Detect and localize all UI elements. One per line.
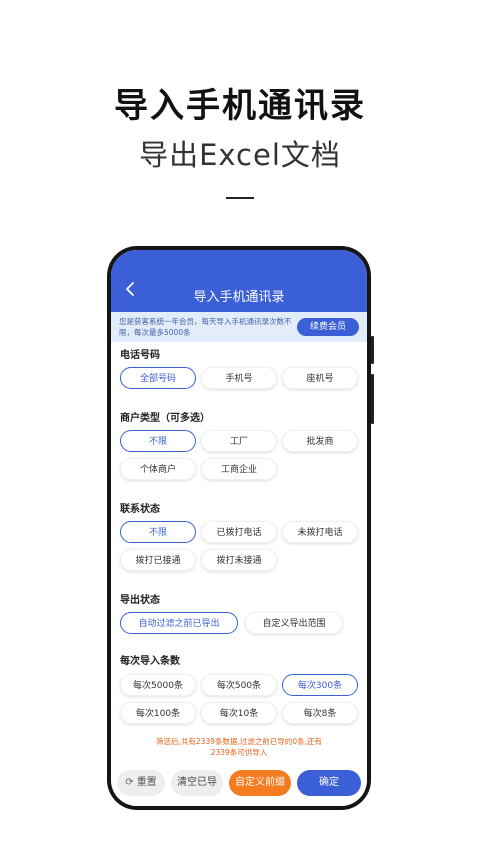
promo-subtitle: 导出Excel文档 xyxy=(139,138,341,172)
reset-button[interactable]: ⟳ 重置 xyxy=(117,770,165,796)
notice-text: 您是获客系统一年会员，每天导入手机通讯录次数不限，每次最多5000条 xyxy=(119,317,292,337)
chip-merchant-any[interactable]: 不限 xyxy=(120,430,196,452)
chip-not-called[interactable]: 未拨打电话 xyxy=(282,521,358,543)
summary-line-1: 筛选后,共有2339条数据,过滤之前已导的0条,还有 xyxy=(155,737,322,746)
chip-count-100[interactable]: 每次100条 xyxy=(120,702,196,724)
chip-count-300[interactable]: 每次300条 xyxy=(282,674,358,696)
confirm-button[interactable]: 确定 xyxy=(297,770,361,796)
chip-call-connected[interactable]: 拨打已接通 xyxy=(120,549,196,571)
page-title: 导入手机通讯录 xyxy=(193,290,285,305)
chip-count-5000[interactable]: 每次5000条 xyxy=(120,674,196,696)
summary-line-2: 2339条可供导入 xyxy=(210,748,268,757)
chip-count-500[interactable]: 每次500条 xyxy=(201,674,277,696)
chip-landline[interactable]: 座机号 xyxy=(282,367,358,389)
promo-divider xyxy=(226,197,254,199)
section-label-count: 每次导入条数 xyxy=(120,656,180,667)
custom-prefix-button[interactable]: 自定义前缀 xyxy=(229,770,291,796)
chip-mobile[interactable]: 手机号 xyxy=(201,367,277,389)
chip-auto-filter-exported[interactable]: 自动过滤之前已导出 xyxy=(120,612,238,634)
chip-individual-merchant[interactable]: 个体商户 xyxy=(120,458,196,480)
phone-volume-button xyxy=(371,374,374,424)
reset-label: 重置 xyxy=(136,777,157,788)
app-bar: 导入手机通讯录 xyxy=(111,250,367,312)
chip-called[interactable]: 已拨打电话 xyxy=(201,521,277,543)
promo-title: 导入手机通讯录 xyxy=(114,86,366,126)
bottom-action-bar: ⟳ 重置 清空已导 自定义前缀 确定 xyxy=(111,766,367,806)
chip-all-numbers[interactable]: 全部号码 xyxy=(120,367,196,389)
section-label-contact: 联系状态 xyxy=(120,504,160,515)
section-label-phone: 电话号码 xyxy=(120,350,160,361)
chip-factory[interactable]: 工厂 xyxy=(201,430,277,452)
chip-count-8[interactable]: 每次8条 xyxy=(282,702,358,724)
clear-exported-button[interactable]: 清空已导 xyxy=(171,770,223,796)
chip-custom-export-range[interactable]: 自定义导出范围 xyxy=(245,612,343,634)
chip-count-10[interactable]: 每次10条 xyxy=(201,702,277,724)
phone-side-button xyxy=(371,336,374,364)
chip-call-not-connected[interactable]: 拨打未接通 xyxy=(201,549,277,571)
refresh-icon: ⟳ xyxy=(125,777,134,788)
phone-frame: 导入手机通讯录 您是获客系统一年会员，每天导入手机通讯录次数不限，每次最多500… xyxy=(107,246,371,810)
chip-business-enterprise[interactable]: 工商企业 xyxy=(201,458,277,480)
chip-contact-any[interactable]: 不限 xyxy=(120,521,196,543)
membership-notice: 您是获客系统一年会员，每天导入手机通讯录次数不限，每次最多5000条 续费会员 xyxy=(111,312,367,342)
phone-screen: 导入手机通讯录 您是获客系统一年会员，每天导入手机通讯录次数不限，每次最多500… xyxy=(111,250,367,806)
renew-membership-button[interactable]: 续费会员 xyxy=(297,318,359,336)
section-label-export: 导出状态 xyxy=(120,595,160,606)
filter-summary: 筛选后,共有2339条数据,过滤之前已导的0条,还有 2339条可供导入 xyxy=(111,736,367,758)
section-label-merchant: 商户类型（可多选） xyxy=(120,413,210,424)
chip-wholesaler[interactable]: 批发商 xyxy=(282,430,358,452)
